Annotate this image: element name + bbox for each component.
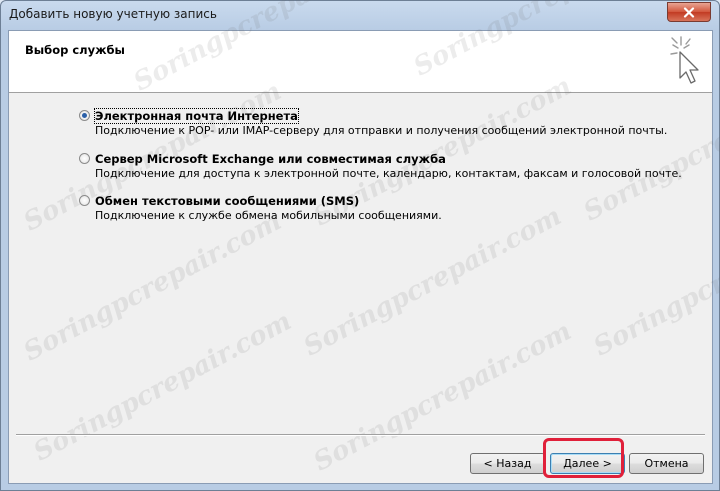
dialog-window: Добавить новую учетную запись Выбор служ… (0, 0, 720, 491)
wizard-sparkle-cursor-icon (670, 36, 699, 84)
option-description: Подключение к POP- или IMAP-серверу для … (95, 124, 668, 137)
radio-internet-email[interactable] (79, 110, 90, 121)
wizard-header: Выбор службы (9, 31, 712, 93)
radio-sms[interactable] (79, 195, 90, 206)
watermark-text: Soringpcrepair.com (589, 201, 720, 363)
title-bar[interactable]: Добавить новую учетную запись (1, 1, 719, 29)
window-title: Добавить новую учетную запись (9, 7, 217, 21)
option-label[interactable]: Сервер Microsoft Exchange или совместима… (95, 152, 446, 166)
back-button[interactable]: < Назад (470, 453, 545, 474)
page-title: Выбор службы (25, 43, 125, 57)
radio-exchange[interactable] (79, 153, 90, 164)
dialog-content: Выбор службы Soringpcrepair.com Soringpc… (8, 0, 720, 484)
option-label[interactable]: Электронная почта Интернета (94, 108, 299, 124)
option-description: Подключение к службе обмена мобильными с… (95, 209, 442, 222)
next-button-highlight (543, 438, 624, 478)
option-label[interactable]: Обмен текстовыми сообщениями (SMS) (95, 194, 359, 208)
close-icon (683, 6, 695, 18)
footer-divider (16, 434, 705, 436)
option-description: Подключение для доступа к электронной по… (95, 167, 682, 180)
close-button[interactable] (667, 2, 711, 22)
cancel-button[interactable]: Отмена (629, 453, 704, 474)
